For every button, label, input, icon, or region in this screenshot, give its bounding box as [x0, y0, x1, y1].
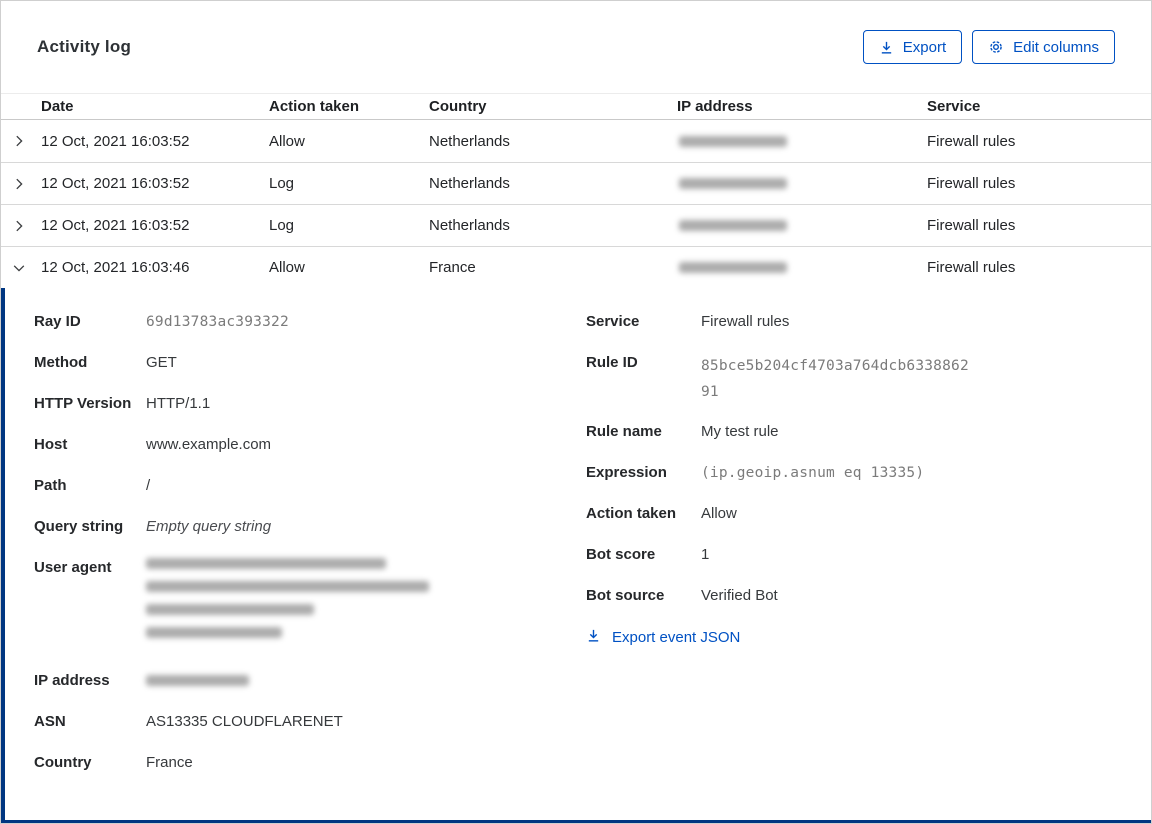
detail-row-query-string: Query string Empty query string — [34, 518, 272, 535]
detail-row-http-version: HTTP Version HTTP/1.1 — [34, 395, 211, 412]
cell-country: France — [429, 259, 476, 276]
table-row-expanded[interactable]: 12 Oct, 2021 16:03:46 Allow France Firew… — [1, 246, 1151, 288]
detail-row-method: Method GET — [34, 354, 177, 371]
topbar: Activity log Export Edit columns — [1, 1, 1151, 93]
cell-date: 12 Oct, 2021 16:03:52 — [41, 217, 190, 234]
event-detail-panel: Ray ID 69d13783ac393322 Method GET HTTP … — [1, 288, 1151, 823]
chevron-down-icon[interactable] — [1, 261, 37, 275]
cell-service: Firewall rules — [927, 175, 1016, 192]
chevron-right-icon[interactable] — [1, 134, 37, 148]
download-icon — [879, 40, 894, 55]
cell-ip — [677, 220, 927, 231]
redacted-ip — [146, 675, 249, 686]
redacted-ip — [679, 178, 787, 189]
detail-row-action-taken: Action taken Allow — [586, 505, 737, 522]
redacted-ip — [679, 135, 787, 147]
export-event-json-label: Export event JSON — [612, 629, 741, 646]
page-title: Activity log — [37, 37, 132, 56]
detail-row-service: Service Firewall rules — [586, 313, 790, 330]
cell-ip — [677, 178, 927, 189]
cell-country: Netherlands — [429, 132, 510, 150]
cell-action: Log — [269, 217, 295, 234]
cell-ip — [677, 262, 927, 273]
cell-country: Netherlands — [429, 217, 510, 234]
cell-date: 12 Oct, 2021 16:03:52 — [41, 132, 190, 150]
download-icon — [586, 628, 601, 647]
toolbar-actions: Export Edit columns — [862, 30, 1115, 64]
detail-row-host: Host www.example.com — [34, 436, 272, 453]
column-header-country: Country — [429, 98, 487, 115]
column-header-date: Date — [41, 98, 74, 115]
cell-action: Allow — [269, 259, 305, 276]
export-event-json-link[interactable]: Export event JSON — [586, 628, 740, 647]
edit-columns-button[interactable]: Edit columns — [972, 30, 1115, 64]
chevron-right-icon[interactable] — [1, 177, 37, 191]
export-button[interactable]: Export — [862, 30, 963, 64]
edit-columns-button-label: Edit columns — [1013, 38, 1099, 56]
detail-row-ray-id: Ray ID 69d13783ac393322 — [34, 313, 289, 330]
redacted-ip — [679, 262, 787, 273]
detail-row-user-agent: User agent — [34, 558, 586, 650]
export-button-label: Export — [902, 38, 947, 56]
detail-row-rule-name: Rule name My test rule — [586, 423, 779, 440]
cell-ip — [677, 135, 927, 147]
cell-action: Allow — [269, 132, 305, 150]
gear-icon — [988, 39, 1004, 55]
chevron-right-icon[interactable] — [1, 219, 37, 233]
table-row[interactable]: 12 Oct, 2021 16:03:52 Log Netherlands Fi… — [1, 204, 1151, 246]
column-header-service: Service — [927, 98, 981, 115]
table-row[interactable]: 12 Oct, 2021 16:03:52 Allow Netherlands … — [1, 120, 1151, 162]
detail-row-ip-address: IP address — [34, 671, 586, 691]
detail-right-column: Service Firewall rules Rule ID 85bce5b20… — [586, 312, 1151, 794]
column-header-ip: IP address — [677, 98, 753, 115]
cell-service: Firewall rules — [927, 132, 1016, 150]
detail-left-column: Ray ID 69d13783ac393322 Method GET HTTP … — [34, 312, 586, 794]
cell-country: Netherlands — [429, 175, 510, 192]
detail-row-bot-source: Bot source Verified Bot — [586, 587, 778, 604]
cell-date: 12 Oct, 2021 16:03:46 — [41, 259, 190, 276]
detail-row-expression: Expression (ip.geoip.asnum eq 13335) — [586, 464, 925, 481]
detail-row-country: Country France — [34, 754, 193, 771]
detail-row-path: Path / — [34, 477, 151, 494]
cell-service: Firewall rules — [927, 259, 1016, 276]
redacted-user-agent — [146, 558, 586, 650]
table-row[interactable]: 12 Oct, 2021 16:03:52 Log Netherlands Fi… — [1, 162, 1151, 204]
detail-row-bot-score: Bot score 1 — [586, 546, 710, 563]
cell-service: Firewall rules — [927, 217, 1016, 234]
detail-row-rule-id: Rule ID 85bce5b204cf4703a764dcb633886291 — [586, 354, 969, 400]
redacted-ip — [679, 220, 787, 231]
table-header: Date Action taken Country IP address Ser… — [1, 93, 1151, 120]
cell-action: Log — [269, 175, 295, 192]
activity-log-panel: Activity log Export Edit columns Date Ac… — [0, 0, 1152, 824]
column-header-action: Action taken — [269, 98, 360, 115]
cell-date: 12 Oct, 2021 16:03:52 — [41, 175, 190, 192]
detail-row-asn: ASN AS13335 CLOUDFLARENET — [34, 713, 343, 730]
